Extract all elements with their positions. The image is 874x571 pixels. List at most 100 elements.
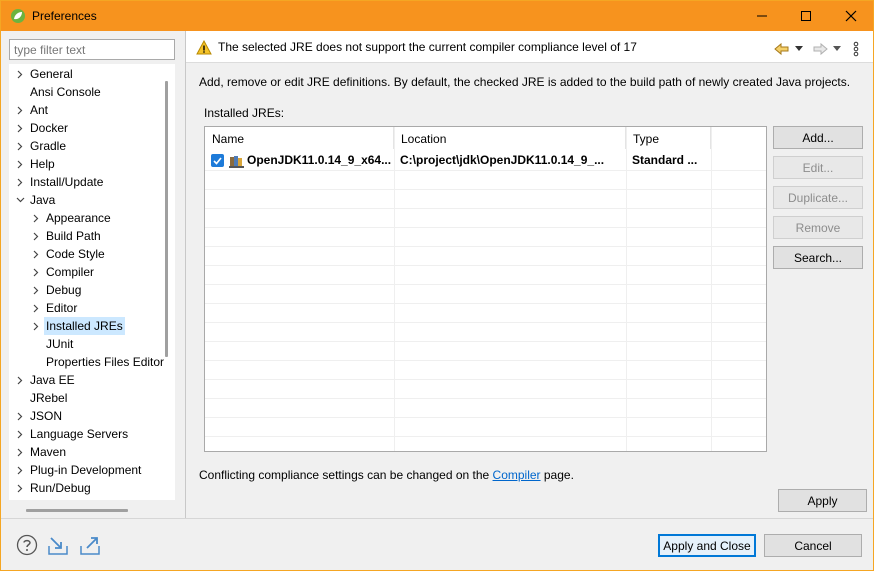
chevron-right-icon[interactable] [15, 119, 25, 137]
tree-item[interactable]: Java [9, 191, 175, 209]
tree-item[interactable]: JUnit [9, 335, 175, 353]
preference-tree: General Ansi Console Ant Docker Gradle Help In… [9, 64, 175, 500]
close-button[interactable] [828, 1, 873, 31]
chevron-right-icon[interactable] [15, 137, 25, 155]
chevron-right-icon[interactable] [31, 209, 41, 227]
chevron-right-icon[interactable] [15, 155, 25, 173]
minimize-button[interactable] [739, 1, 785, 31]
filter-input[interactable] [9, 39, 175, 60]
chevron-right-icon[interactable] [31, 263, 41, 281]
column-header-location[interactable]: Location [394, 127, 626, 149]
tree-item-label: Editor [46, 301, 78, 315]
add-button[interactable]: Add... [773, 126, 863, 149]
tree-horizontal-scrollbar[interactable] [26, 509, 128, 512]
maximize-button[interactable] [783, 1, 829, 31]
export-icon[interactable] [79, 534, 101, 556]
tree-item-label: Docker [30, 121, 69, 135]
chevron-right-icon[interactable] [15, 173, 25, 191]
tree-item-label: Run/Debug [30, 481, 91, 495]
tree-vertical-scrollbar[interactable] [165, 81, 168, 357]
tree-item[interactable]: General [9, 65, 175, 83]
tree-item[interactable]: Docker [9, 119, 175, 137]
search-button[interactable]: Search... [773, 246, 863, 269]
chevron-right-icon[interactable] [31, 227, 41, 245]
tree-item[interactable]: Properties Files Editor [9, 353, 175, 371]
jre-default-checkbox[interactable] [211, 154, 224, 167]
chevron-right-icon[interactable] [15, 407, 25, 425]
title-bar[interactable]: Preferences [1, 1, 873, 31]
page-description: Add, remove or edit JRE definitions. By … [199, 75, 851, 89]
tree-item[interactable]: Appearance [9, 209, 175, 227]
grid-line [205, 360, 766, 361]
column-header-name[interactable]: Name [205, 127, 394, 149]
tree-item[interactable]: Maven [9, 443, 175, 461]
panel-sash[interactable] [185, 31, 186, 518]
back-button[interactable] [774, 41, 790, 57]
tree-item[interactable]: Ansi Console [9, 83, 175, 101]
tree-item[interactable]: Compiler [9, 263, 175, 281]
column-header-type[interactable]: Type [626, 127, 711, 149]
grid-line [205, 170, 766, 171]
tree-item[interactable]: Editor [9, 299, 175, 317]
view-menu-icon[interactable] [853, 41, 859, 57]
tree-item[interactable]: Debug [9, 281, 175, 299]
jre-library-icon [229, 153, 245, 168]
chevron-right-icon[interactable] [31, 281, 41, 299]
tree-item-label: Code Style [46, 247, 105, 261]
grid-line [205, 303, 766, 304]
chevron-right-icon[interactable] [15, 443, 25, 461]
tree-item-label: JUnit [46, 337, 74, 351]
chevron-down-icon[interactable] [15, 191, 25, 209]
chevron-right-icon[interactable] [15, 479, 25, 497]
tree-item[interactable]: Java EE [9, 371, 175, 389]
tree-item[interactable]: Ant [9, 101, 175, 119]
chevron-right-icon[interactable] [15, 425, 25, 443]
tree-item[interactable]: Install/Update [9, 173, 175, 191]
chevron-right-icon[interactable] [31, 299, 41, 317]
import-icon[interactable] [47, 534, 69, 556]
tree-item[interactable]: Installed JREs [9, 317, 175, 335]
tree-item[interactable]: JRebel [9, 389, 175, 407]
compiler-link[interactable]: Compiler [493, 468, 541, 482]
apply-and-close-button[interactable]: Apply and Close [658, 534, 756, 557]
tree-item[interactable]: Language Servers [9, 425, 175, 443]
tree-item[interactable]: Help [9, 155, 175, 173]
grid-line [205, 398, 766, 399]
tree-item[interactable]: Code Style [9, 245, 175, 263]
tree-item[interactable]: Run/Debug [9, 479, 175, 497]
jre-type-cell: Standard ... [632, 153, 698, 167]
chevron-right-icon[interactable] [15, 101, 25, 119]
tree-item-label: Debug [46, 283, 82, 297]
chevron-right-icon[interactable] [15, 371, 25, 389]
grid-line [205, 227, 766, 228]
chevron-right-icon[interactable] [15, 461, 25, 479]
installed-jres-table[interactable]: Name Location Type OpenJDK11.0.14_9_x64.… [204, 126, 767, 452]
window-title: Preferences [32, 9, 97, 23]
forward-button[interactable] [812, 41, 828, 57]
tree-item[interactable]: JSON [9, 407, 175, 425]
tree-item-label: Gradle [30, 139, 67, 153]
tree-item-label: Appearance [46, 211, 111, 225]
tree-item-label: General [30, 67, 73, 81]
apply-button[interactable]: Apply [778, 489, 867, 512]
back-menu-chevron-icon[interactable] [795, 41, 803, 57]
cancel-button[interactable]: Cancel [764, 534, 862, 557]
tree-item[interactable]: Build Path [9, 227, 175, 245]
chevron-right-icon[interactable] [15, 65, 25, 83]
tree-item-label: Compiler [46, 265, 95, 279]
chevron-right-icon[interactable] [31, 245, 41, 263]
chevron-right-icon[interactable] [31, 317, 41, 335]
tree-item-label: Installed JREs [44, 317, 125, 335]
help-icon[interactable] [16, 534, 38, 556]
tree-item-label: Ansi Console [30, 85, 101, 99]
tree-item[interactable]: Plug-in Development [9, 461, 175, 479]
grid-line [205, 417, 766, 418]
tree-item-label: Install/Update [30, 175, 104, 189]
grid-line [394, 127, 395, 451]
remove-button[interactable]: Remove [773, 216, 863, 239]
tree-item-label: Java EE [30, 373, 75, 387]
duplicate-button[interactable]: Duplicate... [773, 186, 863, 209]
forward-menu-chevron-icon[interactable] [833, 41, 841, 57]
tree-item[interactable]: Gradle [9, 137, 175, 155]
edit-button[interactable]: Edit... [773, 156, 863, 179]
